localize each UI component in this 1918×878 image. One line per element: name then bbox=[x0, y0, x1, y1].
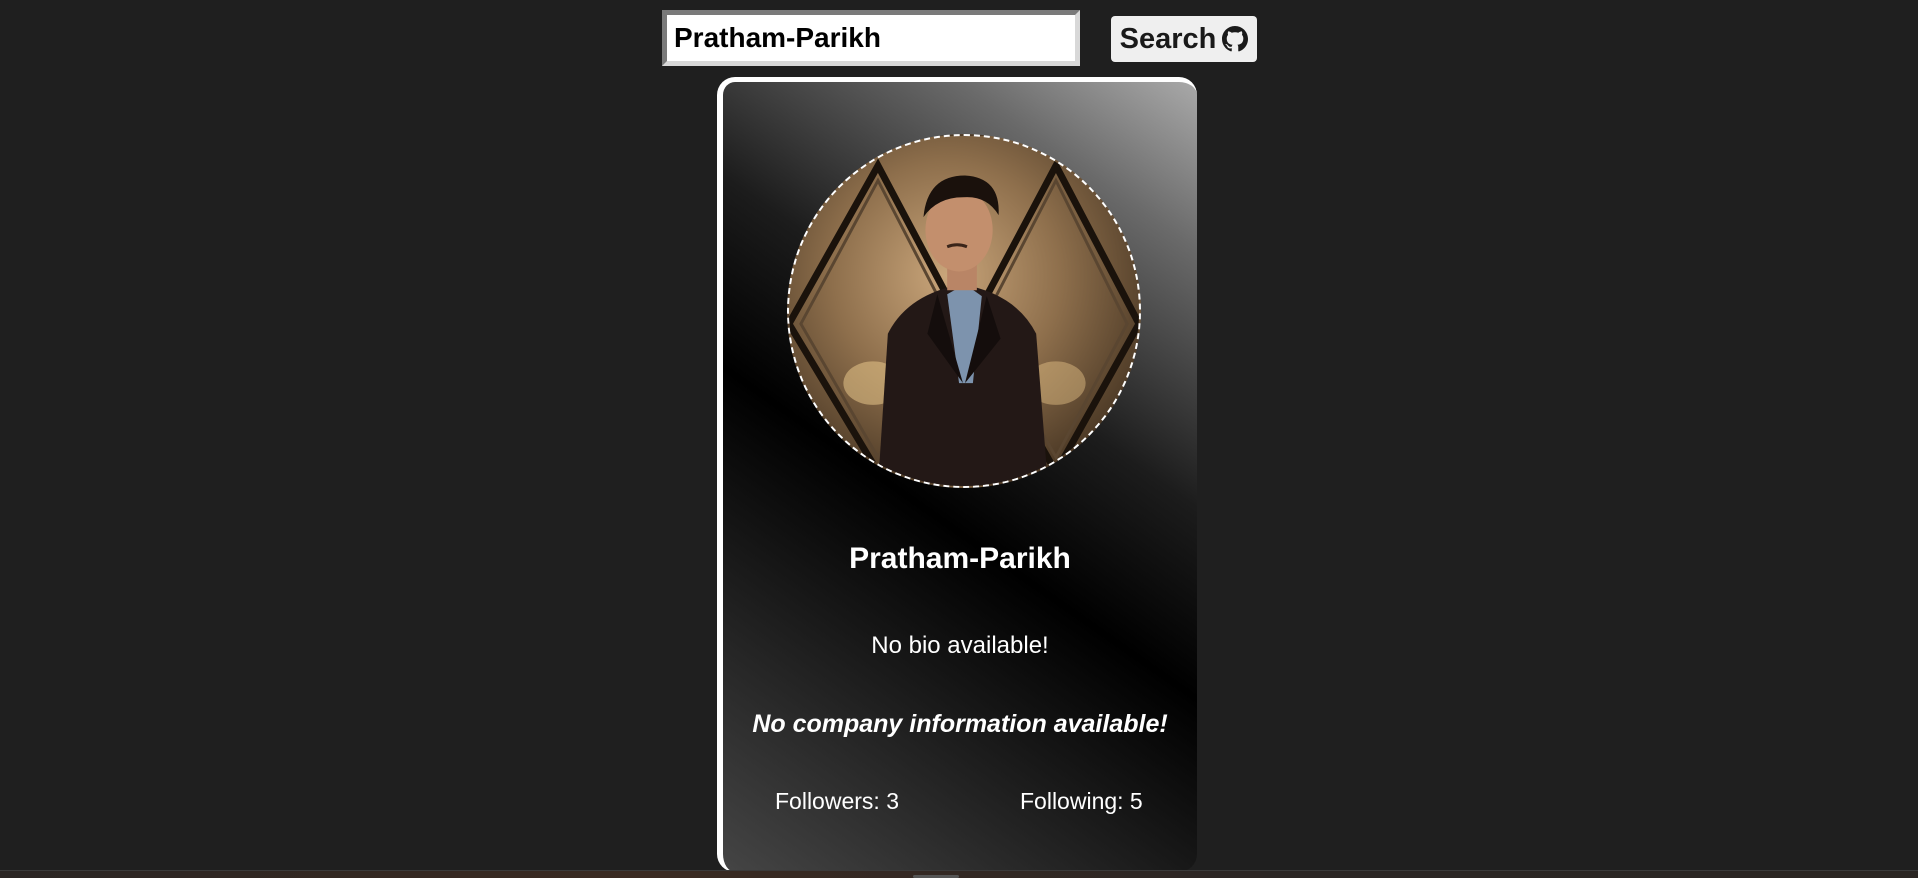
search-button-label: Search bbox=[1119, 22, 1217, 55]
search-button[interactable]: Search bbox=[1111, 16, 1257, 62]
profile-card: Pratham-Parikh No bio available! No comp… bbox=[717, 77, 1197, 872]
profile-name: Pratham-Parikh bbox=[849, 542, 1071, 575]
avatar bbox=[787, 134, 1141, 488]
github-profile-page: Search bbox=[0, 0, 1918, 878]
bottom-edge bbox=[0, 870, 1918, 878]
profile-company: No company information available! bbox=[752, 710, 1168, 738]
github-icon bbox=[1222, 26, 1249, 52]
followers-count: Followers: 3 bbox=[775, 788, 899, 814]
avatar-photo bbox=[789, 158, 1139, 486]
search-input[interactable] bbox=[662, 10, 1080, 66]
profile-bio: No bio available! bbox=[871, 632, 1049, 659]
following-count: Following: 5 bbox=[1020, 788, 1143, 814]
